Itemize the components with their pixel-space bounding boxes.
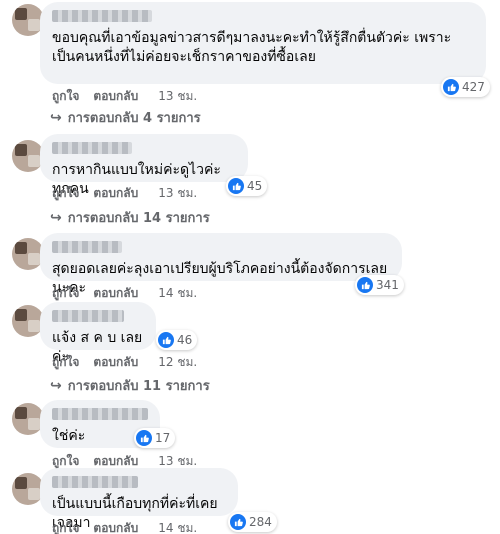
comment-text: ขอบคุณที่เอาข้อมูลข่าวสารดีๆมาลงนะคะทำให… xyxy=(52,30,452,65)
reaction-badge[interactable]: 341 xyxy=(355,275,404,295)
replies-count-label: การตอบกลับ 11 รายการ xyxy=(67,379,210,394)
view-replies-link[interactable]: ↪ การตอบกลับ 11 รายการ xyxy=(50,375,210,396)
comment-actions: ถูกใจ ตอบกลับ 14 ชม. xyxy=(52,519,197,534)
reaction-badge[interactable]: 284 xyxy=(228,512,277,532)
timestamp[interactable]: 13 ชม. xyxy=(158,87,197,106)
commenter-name-blurred[interactable] xyxy=(52,310,124,322)
reply-button[interactable]: ตอบกลับ xyxy=(93,353,138,372)
like-button[interactable]: ถูกใจ xyxy=(52,184,79,203)
comment-bubble: แจ้ง ส ค บ เลยค่ะ xyxy=(40,302,156,365)
view-replies-link[interactable]: ↪ การตอบกลับ 4 รายการ xyxy=(50,107,201,128)
commenter-name-blurred[interactable] xyxy=(52,142,132,154)
thumbs-up-icon xyxy=(136,430,152,446)
commenter-name-blurred[interactable] xyxy=(52,10,152,22)
comment-bubble: สุดยอดเลยค่ะลุงเอาเปรียบผู้บริโภคอย่างนี… xyxy=(40,233,402,296)
like-button[interactable]: ถูกใจ xyxy=(52,87,79,106)
commenter-name-blurred[interactable] xyxy=(52,408,148,420)
view-replies-link[interactable]: ↪ การตอบกลับ 14 รายการ xyxy=(50,207,210,228)
reaction-badge[interactable]: 17 xyxy=(134,428,176,448)
reply-arrow-icon: ↪ xyxy=(50,109,62,126)
thumbs-up-icon xyxy=(158,332,174,348)
reply-button[interactable]: ตอบกลับ xyxy=(93,519,138,534)
like-button[interactable]: ถูกใจ xyxy=(52,519,79,534)
reply-button[interactable]: ตอบกลับ xyxy=(93,184,138,203)
timestamp[interactable]: 14 ชม. xyxy=(158,519,197,534)
like-button[interactable]: ถูกใจ xyxy=(52,284,79,303)
timestamp[interactable]: 12 ชม. xyxy=(158,353,197,372)
thumbs-up-icon xyxy=(357,277,373,293)
replies-count-label: การตอบกลับ 4 รายการ xyxy=(67,111,201,126)
timestamp[interactable]: 14 ชม. xyxy=(158,284,197,303)
thumbs-up-icon xyxy=(230,514,246,530)
comment-actions: ถูกใจ ตอบกลับ 13 ชม. xyxy=(52,87,197,106)
reply-button[interactable]: ตอบกลับ xyxy=(93,284,138,303)
reaction-count: 45 xyxy=(247,179,263,193)
reaction-badge[interactable]: 46 xyxy=(156,330,198,350)
reply-button[interactable]: ตอบกลับ xyxy=(93,87,138,106)
reply-arrow-icon: ↪ xyxy=(50,377,62,394)
thumbs-up-icon xyxy=(443,79,459,95)
comment-actions: ถูกใจ ตอบกลับ 14 ชม. xyxy=(52,284,197,303)
comment-bubble: เป็นแบบนี้เกือบทุกที่ค่ะที่เคยเจอมา xyxy=(40,468,238,531)
comment-actions: ถูกใจ ตอบกลับ 13 ชม. xyxy=(52,184,197,203)
comment-actions: ถูกใจ ตอบกลับ 12 ชม. xyxy=(52,353,197,372)
comment-bubble: ขอบคุณที่เอาข้อมูลข่าวสารดีๆมาลงนะคะทำให… xyxy=(40,2,486,84)
reaction-badge[interactable]: 427 xyxy=(441,77,490,97)
comment-bubble: การหากินแบบใหม่ค่ะดูไวค่ะทุกคน xyxy=(40,134,248,197)
reaction-count: 427 xyxy=(462,80,485,94)
reaction-count: 46 xyxy=(177,333,193,347)
reaction-count: 284 xyxy=(249,515,272,529)
reaction-badge[interactable]: 45 xyxy=(226,176,268,196)
thumbs-up-icon xyxy=(228,178,244,194)
commenter-name-blurred[interactable] xyxy=(52,241,122,253)
reply-arrow-icon: ↪ xyxy=(50,209,62,226)
reaction-count: 341 xyxy=(376,278,399,292)
timestamp[interactable]: 13 ชม. xyxy=(158,184,197,203)
commenter-name-blurred[interactable] xyxy=(52,476,138,488)
like-button[interactable]: ถูกใจ xyxy=(52,353,79,372)
reaction-count: 17 xyxy=(155,431,171,445)
replies-count-label: การตอบกลับ 14 รายการ xyxy=(67,211,210,226)
